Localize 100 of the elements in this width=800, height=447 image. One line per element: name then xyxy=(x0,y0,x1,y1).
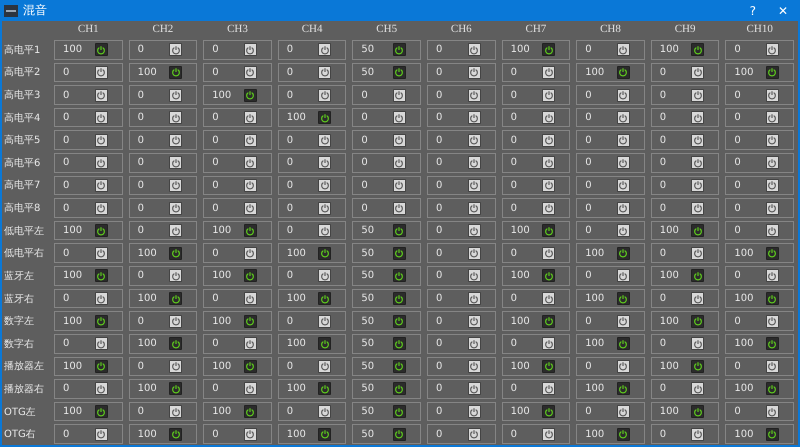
power-toggle[interactable] xyxy=(244,43,257,56)
power-toggle[interactable] xyxy=(616,156,630,170)
power-toggle[interactable] xyxy=(318,134,332,147)
power-toggle[interactable] xyxy=(468,111,481,124)
power-toggle[interactable] xyxy=(542,134,556,147)
power-toggle[interactable] xyxy=(169,224,182,238)
power-toggle[interactable] xyxy=(691,111,704,124)
power-toggle[interactable] xyxy=(169,156,182,170)
power-toggle[interactable] xyxy=(318,428,332,441)
power-toggle[interactable] xyxy=(94,66,108,79)
power-toggle[interactable] xyxy=(542,178,556,192)
power-toggle[interactable] xyxy=(94,202,108,215)
power-toggle[interactable] xyxy=(616,269,630,282)
power-toggle[interactable] xyxy=(766,269,779,282)
power-toggle[interactable] xyxy=(766,88,779,102)
power-toggle[interactable] xyxy=(468,43,481,56)
power-toggle[interactable] xyxy=(691,66,704,79)
power-toggle[interactable] xyxy=(691,246,704,260)
power-toggle[interactable] xyxy=(169,360,182,373)
power-toggle[interactable] xyxy=(616,314,630,328)
power-toggle[interactable] xyxy=(94,428,108,441)
power-toggle[interactable] xyxy=(392,292,406,306)
power-toggle[interactable] xyxy=(468,337,481,350)
power-toggle[interactable] xyxy=(244,382,257,396)
power-toggle[interactable] xyxy=(691,428,704,441)
power-toggle[interactable] xyxy=(616,43,630,56)
power-toggle[interactable] xyxy=(94,337,108,350)
power-toggle[interactable] xyxy=(392,428,406,441)
power-toggle[interactable] xyxy=(542,405,556,418)
power-toggle[interactable] xyxy=(616,88,630,102)
power-toggle[interactable] xyxy=(244,314,257,328)
power-toggle[interactable] xyxy=(691,224,704,238)
power-toggle[interactable] xyxy=(318,246,332,260)
power-toggle[interactable] xyxy=(392,66,406,79)
power-toggle[interactable] xyxy=(616,111,630,124)
power-toggle[interactable] xyxy=(318,111,332,124)
power-toggle[interactable] xyxy=(94,43,108,56)
power-toggle[interactable] xyxy=(392,178,406,192)
power-toggle[interactable] xyxy=(318,43,332,56)
power-toggle[interactable] xyxy=(169,202,182,215)
power-toggle[interactable] xyxy=(392,360,406,373)
power-toggle[interactable] xyxy=(244,88,257,102)
power-toggle[interactable] xyxy=(244,202,257,215)
power-toggle[interactable] xyxy=(244,111,257,124)
power-toggle[interactable] xyxy=(392,156,406,170)
power-toggle[interactable] xyxy=(616,66,630,79)
power-toggle[interactable] xyxy=(318,156,332,170)
power-toggle[interactable] xyxy=(691,292,704,306)
power-toggle[interactable] xyxy=(691,360,704,373)
power-toggle[interactable] xyxy=(169,269,182,282)
power-toggle[interactable] xyxy=(766,246,779,260)
power-toggle[interactable] xyxy=(94,156,108,170)
power-toggle[interactable] xyxy=(392,43,406,56)
power-toggle[interactable] xyxy=(318,66,332,79)
power-toggle[interactable] xyxy=(244,246,257,260)
power-toggle[interactable] xyxy=(542,360,556,373)
power-toggle[interactable] xyxy=(691,43,704,56)
power-toggle[interactable] xyxy=(169,292,182,306)
power-toggle[interactable] xyxy=(318,224,332,238)
power-toggle[interactable] xyxy=(542,246,556,260)
power-toggle[interactable] xyxy=(766,405,779,418)
power-toggle[interactable] xyxy=(616,382,630,396)
power-toggle[interactable] xyxy=(392,88,406,102)
power-toggle[interactable] xyxy=(542,224,556,238)
power-toggle[interactable] xyxy=(392,337,406,350)
power-toggle[interactable] xyxy=(94,224,108,238)
power-toggle[interactable] xyxy=(169,111,182,124)
power-toggle[interactable] xyxy=(691,156,704,170)
power-toggle[interactable] xyxy=(766,360,779,373)
power-toggle[interactable] xyxy=(542,382,556,396)
power-toggle[interactable] xyxy=(94,134,108,147)
power-toggle[interactable] xyxy=(468,269,481,282)
power-toggle[interactable] xyxy=(468,202,481,215)
power-toggle[interactable] xyxy=(94,292,108,306)
power-toggle[interactable] xyxy=(691,269,704,282)
power-toggle[interactable] xyxy=(766,382,779,396)
power-toggle[interactable] xyxy=(691,88,704,102)
power-toggle[interactable] xyxy=(766,292,779,306)
power-toggle[interactable] xyxy=(542,337,556,350)
power-toggle[interactable] xyxy=(468,382,481,396)
power-toggle[interactable] xyxy=(318,269,332,282)
help-button[interactable]: ? xyxy=(742,0,764,21)
power-toggle[interactable] xyxy=(392,382,406,396)
power-toggle[interactable] xyxy=(244,269,257,282)
power-toggle[interactable] xyxy=(468,88,481,102)
power-toggle[interactable] xyxy=(244,178,257,192)
power-toggle[interactable] xyxy=(392,246,406,260)
power-toggle[interactable] xyxy=(616,246,630,260)
power-toggle[interactable] xyxy=(244,292,257,306)
power-toggle[interactable] xyxy=(244,156,257,170)
power-toggle[interactable] xyxy=(766,428,779,441)
power-toggle[interactable] xyxy=(542,314,556,328)
power-toggle[interactable] xyxy=(468,66,481,79)
power-toggle[interactable] xyxy=(94,269,108,282)
power-toggle[interactable] xyxy=(766,224,779,238)
power-toggle[interactable] xyxy=(766,111,779,124)
power-toggle[interactable] xyxy=(468,224,481,238)
power-toggle[interactable] xyxy=(94,405,108,418)
power-toggle[interactable] xyxy=(468,292,481,306)
power-toggle[interactable] xyxy=(318,360,332,373)
